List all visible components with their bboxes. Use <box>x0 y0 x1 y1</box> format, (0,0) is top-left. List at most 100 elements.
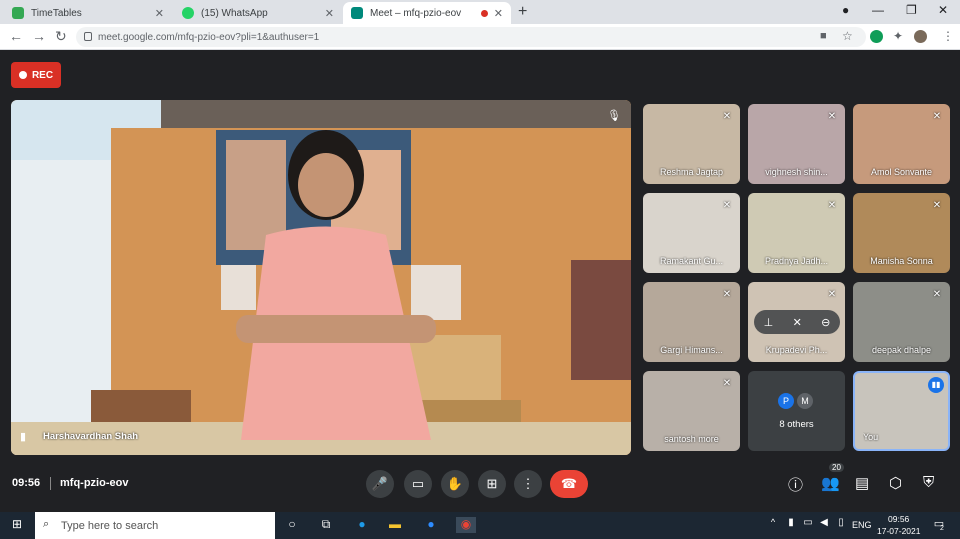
forward-icon[interactable]: → <box>32 28 46 44</box>
volume-icon[interactable]: ◀ <box>816 517 832 533</box>
cortana-icon[interactable]: ○ <box>284 517 300 533</box>
url-field[interactable]: meet.google.com/mfq-pzio-eov?pli=1&authu… <box>76 27 866 47</box>
participant-tile[interactable]: ✕ Ramakant Gu... <box>643 193 740 273</box>
browser-tab-bar: TimeTables ✕ (15) WhatsApp ✕ Meet – mfq-… <box>0 0 960 24</box>
mute-participant-icon[interactable]: ✕ <box>793 316 802 329</box>
close-icon[interactable]: ✕ <box>494 7 503 20</box>
windows-start-icon[interactable]: ⊞ <box>9 517 25 533</box>
participant-name: deepak dhalpe <box>871 345 932 355</box>
extension-icon[interactable] <box>870 30 883 43</box>
leave-call-button[interactable]: ☎ <box>550 470 588 498</box>
present-icon: ⊞ <box>486 476 498 491</box>
close-icon[interactable]: ✕ <box>325 7 334 20</box>
microphone-button[interactable]: 🎤 <box>366 470 394 498</box>
reload-icon[interactable]: ↻ <box>55 28 67 45</box>
pin-icon[interactable]: ⊥ <box>764 316 774 329</box>
minimize-button[interactable]: — <box>872 3 884 17</box>
battery-icon[interactable]: ▯ <box>833 517 849 533</box>
input-language[interactable]: ENG <box>852 520 872 530</box>
windows-taskbar: ⊞ ⌕ Type here to search ○ ⧉ ● ▬ ● ◉ ^ ▮ … <box>0 512 960 539</box>
participant-tile[interactable]: ✕ Reshma Jagtap <box>643 104 740 184</box>
more-vert-icon: ⋮ <box>521 476 535 491</box>
search-placeholder: Type here to search <box>61 519 159 532</box>
extensions-puzzle-icon[interactable]: ✦ <box>893 29 903 43</box>
meeting-control-bar: 09:56 mfq-pzio-eov 🎤 ▭ ✋ ⊞ ⋮ ☎ ⓘ 👥 20 ▤ … <box>0 460 960 512</box>
file-explorer-icon[interactable]: ▬ <box>387 517 403 533</box>
profile-icon[interactable]: ● <box>842 3 849 17</box>
meeting-code: mfq-pzio-eov <box>60 477 129 489</box>
search-icon: ⌕ <box>43 518 50 530</box>
people-icon[interactable]: 👥 <box>821 474 840 492</box>
camera-icon: ▭ <box>411 476 425 491</box>
hand-icon: ✋ <box>446 476 464 491</box>
window-close-button[interactable]: ✕ <box>938 3 948 17</box>
camera-button[interactable]: ▭ <box>404 470 432 498</box>
chat-icon[interactable]: ▤ <box>855 474 869 492</box>
avatar: P <box>778 393 794 409</box>
menu-kebab-icon[interactable]: ⋮ <box>942 29 954 43</box>
main-video-frame <box>11 100 631 455</box>
address-bar-row: ← → ↻ meet.google.com/mfq-pzio-eov?pli=1… <box>0 24 960 50</box>
bookmark-star-icon[interactable]: ☆ <box>842 29 853 43</box>
close-icon[interactable]: ✕ <box>155 7 164 20</box>
tab-meet[interactable]: Meet – mfq-pzio-eov ✕ <box>343 2 511 24</box>
muted-mic-icon: ✕ <box>932 111 942 122</box>
network-icon[interactable]: ▭ <box>800 517 816 533</box>
camera-indicator-icon[interactable]: ■ <box>820 30 827 42</box>
task-view-icon[interactable]: ⧉ <box>318 517 334 533</box>
muted-mic-icon: ✕ <box>827 111 837 122</box>
meeting-time: 09:56 <box>12 477 41 489</box>
taskbar-clock[interactable]: 09:56 <box>888 514 909 524</box>
present-button[interactable]: ⊞ <box>478 470 506 498</box>
back-icon[interactable]: ← <box>9 28 23 44</box>
muted-mic-icon: ✕ <box>827 200 837 211</box>
tab-timetables[interactable]: TimeTables ✕ <box>4 2 172 24</box>
others-tile[interactable]: P M 8 others <box>748 371 845 451</box>
participant-tile-hovered[interactable]: ✕ ⊥ ✕ ⊖ Krupadevi Ph... <box>748 282 845 362</box>
notification-icon[interactable]: ▭ <box>931 517 947 533</box>
participant-name: Gargi Himans... <box>660 345 723 355</box>
divider <box>50 477 51 490</box>
muted-mic-icon: ✕ <box>932 289 942 300</box>
mic-tray-icon[interactable]: ▮ <box>783 517 799 533</box>
zoom-icon[interactable]: ● <box>423 517 439 533</box>
edge-icon[interactable]: ● <box>354 517 370 533</box>
info-icon[interactable]: ⓘ <box>788 474 803 495</box>
chrome-icon[interactable]: ◉ <box>456 517 476 533</box>
pin-icon[interactable]: ▮ <box>20 430 26 443</box>
main-speaker-name: Harshavardhan Shah <box>43 431 139 442</box>
participant-tile[interactable]: ✕ Pradnya Jadh... <box>748 193 845 273</box>
chevron-up-icon[interactable]: ^ <box>765 517 781 533</box>
participant-tile[interactable]: ✕ santosh more <box>643 371 740 451</box>
record-icon <box>18 71 27 79</box>
participant-tile[interactable]: ✕ Gargi Himans... <box>643 282 740 362</box>
hang-up-icon: ☎ <box>560 476 578 491</box>
participant-tile[interactable]: ✕ Amol Sonvante <box>853 104 950 184</box>
raise-hand-button[interactable]: ✋ <box>441 470 469 498</box>
host-controls-icon[interactable]: ⛨ <box>923 474 934 491</box>
rec-label: REC <box>31 69 54 81</box>
participant-tile[interactable]: ✕ deepak dhalpe <box>853 282 950 362</box>
participant-name: Reshma Jagtap <box>659 167 724 177</box>
tab-whatsapp[interactable]: (15) WhatsApp ✕ <box>174 2 342 24</box>
taskbar-search[interactable]: ⌕ Type here to search <box>35 512 275 539</box>
participant-tile[interactable]: ✕ Manisha Sonna <box>853 193 950 273</box>
timetables-icon <box>12 7 24 19</box>
taskbar-date[interactable]: 17-07-2021 <box>877 526 920 536</box>
self-tile[interactable]: ▮▮ You <box>853 371 950 451</box>
new-tab-button[interactable]: + <box>518 3 527 21</box>
participant-tile[interactable]: ✕ vighnesh shin... <box>748 104 845 184</box>
avatar[interactable] <box>914 30 927 43</box>
lock-icon <box>84 32 92 41</box>
maximize-button[interactable]: ❐ <box>906 3 917 17</box>
participant-name: Ramakant Gu... <box>659 256 724 266</box>
main-video-tile[interactable]: ▮ Harshavardhan Shah 🎙 <box>11 100 631 455</box>
participant-name: Amol Sonvante <box>870 167 933 177</box>
activities-icon[interactable]: ⬡ <box>889 474 902 492</box>
more-options-button[interactable]: ⋮ <box>514 470 542 498</box>
meet-icon <box>351 7 363 19</box>
tab-title: (15) WhatsApp <box>201 7 268 19</box>
remove-participant-icon[interactable]: ⊖ <box>821 316 830 329</box>
muted-mic-icon: ✕ <box>722 111 732 122</box>
participant-name: santosh more <box>664 434 719 444</box>
